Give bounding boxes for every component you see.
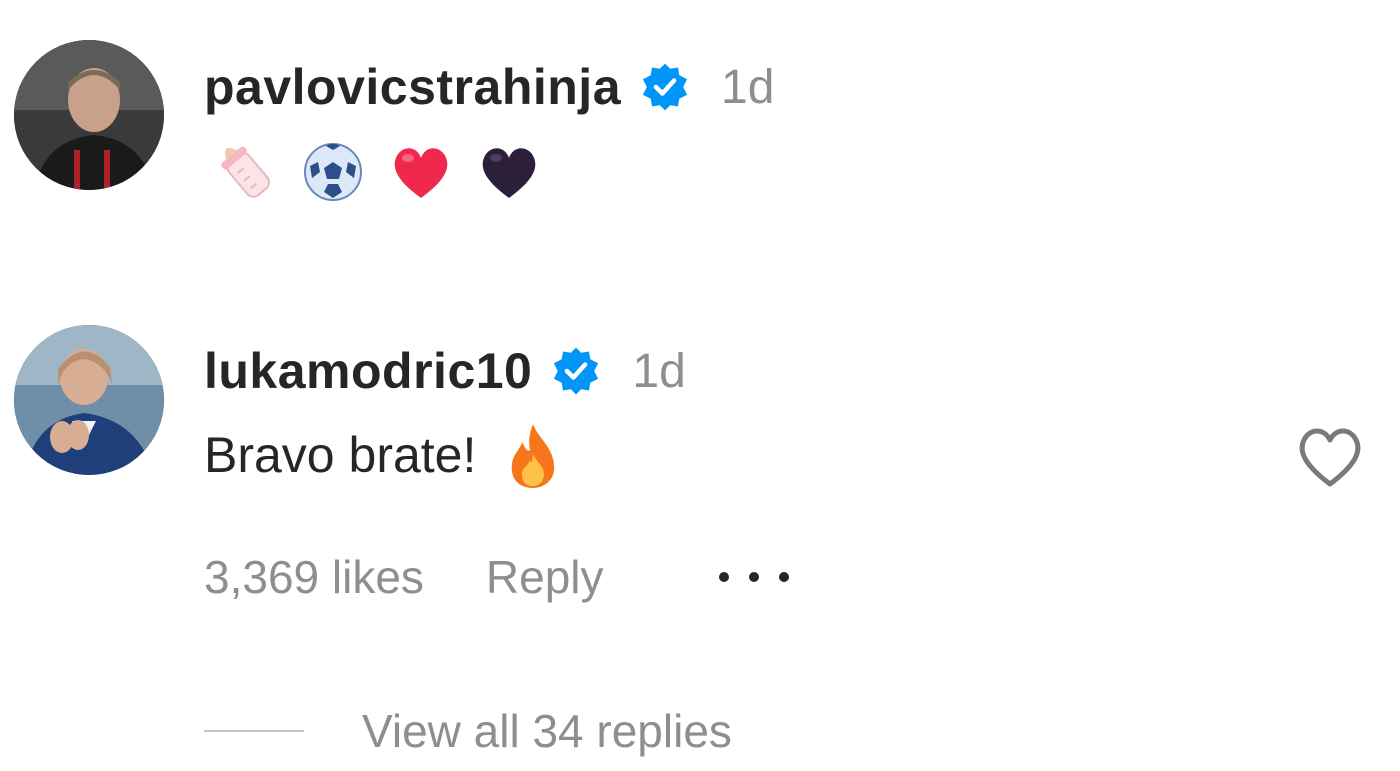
comment-text-row: Bravo brate!: [204, 420, 562, 490]
view-replies-button[interactable]: View all 34 replies: [362, 704, 732, 758]
username[interactable]: pavlovicstrahinja: [204, 58, 621, 116]
timestamp: 1d: [632, 344, 686, 398]
avatar-photo: [14, 40, 164, 190]
avatar[interactable]: [14, 40, 164, 190]
soccer-ball-emoji-icon: [298, 136, 368, 206]
more-options-icon[interactable]: [714, 567, 794, 587]
divider-line: [204, 730, 304, 732]
reply-button[interactable]: Reply: [486, 550, 604, 604]
comment-actions: 3,369 likes Reply: [204, 550, 794, 604]
timestamp: 1d: [721, 60, 775, 114]
red-heart-emoji-icon: [386, 136, 456, 206]
avatar-photo: [14, 325, 164, 475]
black-heart-emoji-icon: [474, 136, 544, 206]
like-heart-icon[interactable]: [1292, 420, 1368, 490]
comment-emoji-row: [210, 136, 562, 206]
comment-header: lukamodric10 1d: [204, 342, 686, 400]
avatar[interactable]: [14, 325, 164, 475]
view-replies-row: View all 34 replies: [204, 704, 732, 758]
username[interactable]: lukamodric10: [204, 342, 532, 400]
verified-badge-icon: [639, 61, 691, 113]
likes-count[interactable]: 3,369 likes: [204, 550, 424, 604]
baby-bottle-emoji-icon: [210, 136, 280, 206]
verified-badge-icon: [550, 345, 602, 397]
comment-text: Bravo brate!: [204, 427, 477, 483]
comment-header: pavlovicstrahinja 1d: [204, 58, 774, 116]
fire-emoji-icon: [504, 420, 562, 490]
